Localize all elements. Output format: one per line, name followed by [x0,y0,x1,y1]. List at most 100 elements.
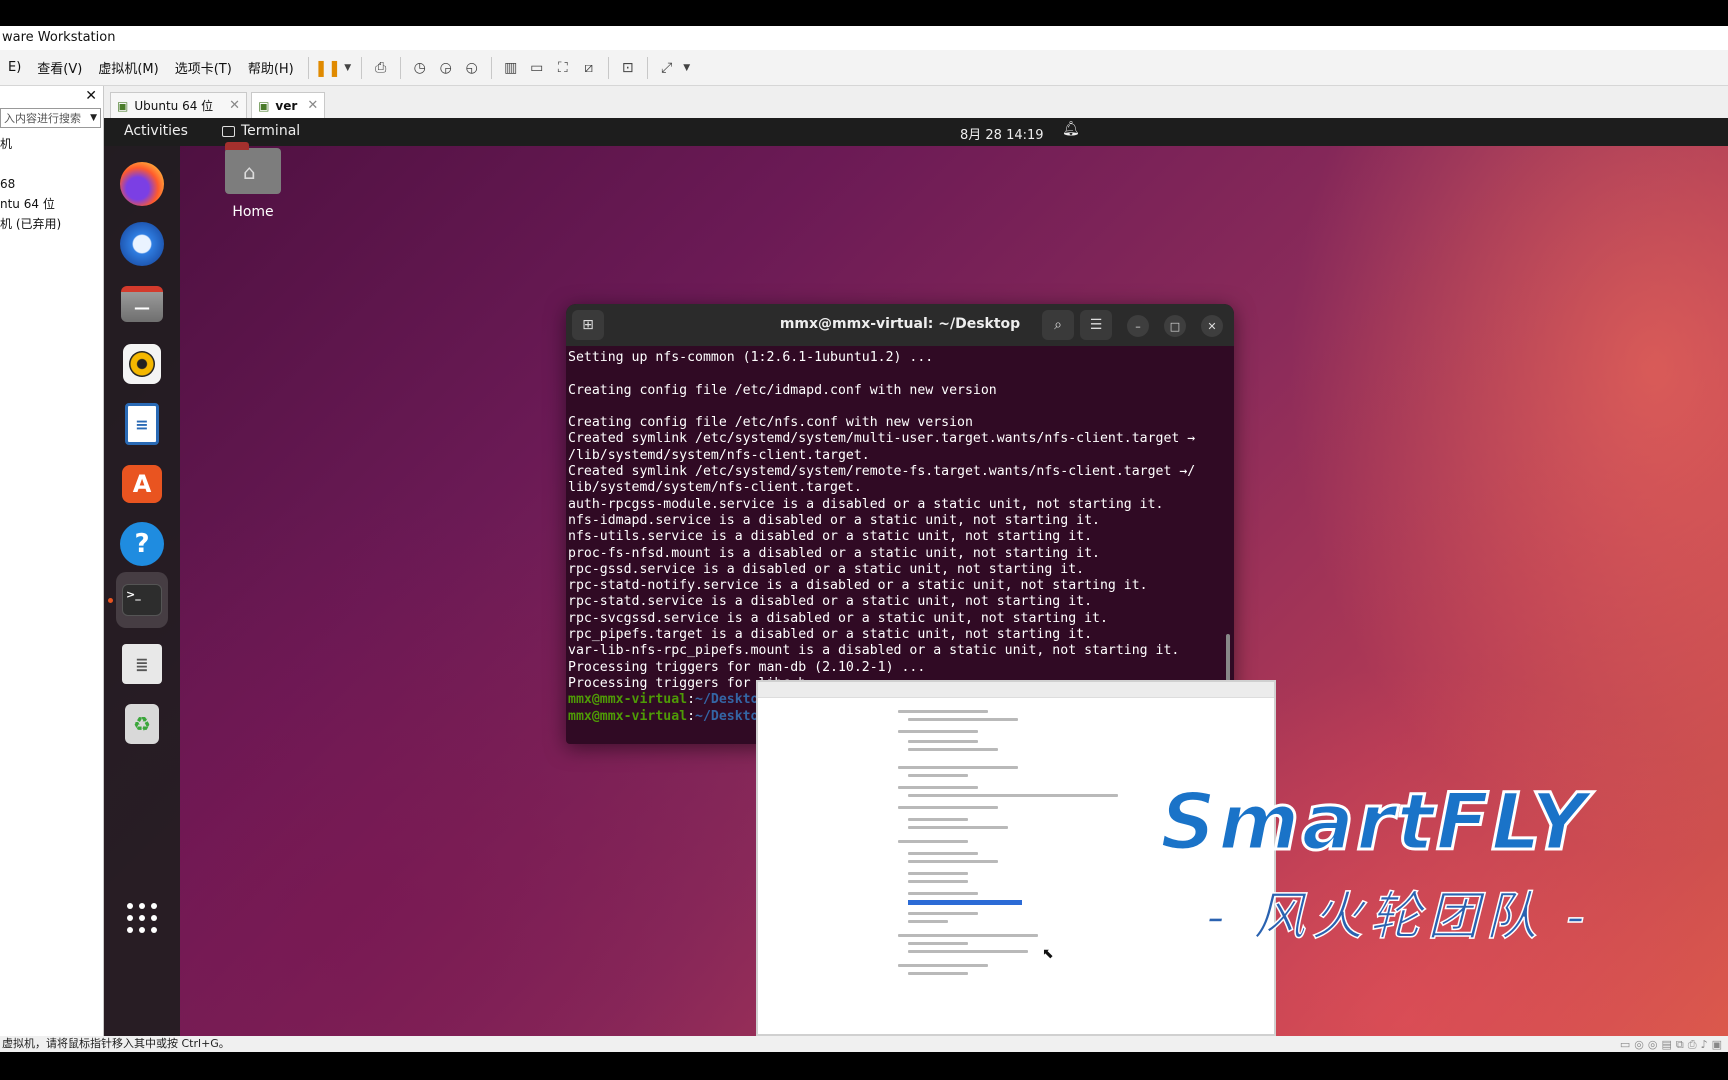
printer-icon[interactable]: ⎙ [1688,1037,1697,1053]
library-search-placeholder: 入内容进行搜索 [4,112,81,125]
prompt-user: mmx@mmx-virtual [568,692,688,708]
dock-document[interactable]: ≣ [116,638,168,690]
library-item[interactable]: ntu 64 位 [0,194,103,214]
dock-rhythmbox[interactable] [116,338,168,390]
hamburger-menu-icon[interactable]: ☰ [1080,310,1112,340]
overlay-text-line [908,892,978,895]
app-menu-label: Terminal [241,123,301,139]
library-item[interactable] [0,154,103,174]
dock-trash[interactable]: ♻ [116,698,168,750]
menu-view[interactable]: 查看(V) [29,58,90,77]
stretch-icon[interactable]: ⤢ [654,55,680,81]
floppy-icon[interactable]: ◎ [1648,1037,1658,1053]
folder-icon: ⌂ [225,142,281,194]
terminal-output[interactable]: Setting up nfs-common (1:2.6.1-1ubuntu1.… [566,346,1234,729]
home-icon: ⌂ [243,160,256,184]
bell-icon[interactable]: 🔔︎ [1062,121,1080,137]
dropdown-arrow-icon[interactable]: ▼ [341,55,355,81]
fullscreen-icon[interactable]: ⛶ [550,55,576,81]
snapshot-icon[interactable]: ◷ [407,55,433,81]
ubuntu-desktop[interactable]: Activities Terminal 8月 28 14:19 🔔︎ — ≡ A [104,118,1728,1036]
dock-help[interactable]: ? [116,518,168,570]
dock-firefox[interactable] [116,158,168,210]
tab-ver[interactable]: ▣ ver ✕ [251,92,326,118]
terminal-line: Creating config file /etc/idmapd.conf wi… [568,382,997,398]
snapshot-manager-icon[interactable]: ◵ [459,55,485,81]
prompt-user: mmx@mmx-virtual [568,708,688,724]
video-overlay-screenshot: ⬉ [756,680,1276,1036]
send-keys-icon[interactable]: ⎙ [368,55,394,81]
sound-icon[interactable]: ♪ [1701,1037,1708,1053]
terminal-line: rpc-statd.service is a disabled or a sta… [568,594,1093,610]
overlay-text-line [908,740,978,743]
overlay-text-line [908,872,968,875]
close-icon[interactable]: ✕ [229,98,240,113]
dock-show-apps[interactable] [116,892,168,944]
overlay-text-line [908,920,948,923]
hdd-icon[interactable]: ▭ [1620,1037,1630,1053]
library-item[interactable]: 68 [0,174,103,194]
pause-icon[interactable]: ❚❚ [314,55,341,81]
app-menu-terminal[interactable]: Terminal [222,123,300,139]
search-icon[interactable]: ⌕ [1042,310,1074,340]
tab-ubuntu[interactable]: ▣ Ubuntu 64 位 ✕ [110,92,248,118]
menu-edit[interactable]: E) [0,60,29,75]
terminal-line: rpc-gssd.service is a disabled or a stat… [568,561,1085,577]
overlay-text-line [908,852,978,855]
dock-files[interactable]: — [116,278,168,330]
overlay-text-line [908,950,1028,953]
close-icon[interactable]: ✕ [1201,315,1223,337]
vm-library-panel: ✕ 入内容进行搜索 ▼ 机 68 ntu 64 位 机 (已弃用) [0,86,104,1036]
overlay-highlighted-line [908,900,1022,905]
dock-writer[interactable]: ≡ [116,398,168,450]
network-icon[interactable]: ⧉ [1676,1037,1684,1053]
display-icon[interactable]: ▣ [1712,1037,1722,1053]
terminal-line: /lib/systemd/system/nfs-client.target. [568,447,870,463]
dropdown-arrow-icon[interactable]: ▼ [90,113,97,123]
terminal-line: proc-fs-nfsd.mount is a disabled or a st… [568,545,1100,561]
toolbar-separator [607,56,609,79]
screen-bottom-border [0,1052,1728,1080]
app-grid-icon [127,903,157,933]
console-view-icon[interactable]: ⊡ [615,55,641,81]
library-item[interactable]: 机 (已弃用) [0,214,103,234]
dropdown-arrow-icon[interactable]: ▼ [680,55,694,81]
terminal-line: Created symlink /etc/systemd/system/remo… [568,464,1196,480]
activities-button[interactable]: Activities [124,123,188,139]
library-search-input[interactable]: 入内容进行搜索 ▼ [0,108,101,128]
overlay-text-line [898,840,968,843]
clock[interactable]: 8月 28 14:19 [960,124,1044,143]
revert-snapshot-icon[interactable]: ◶ [433,55,459,81]
toolbar-separator [360,56,362,79]
dock-software[interactable]: A [116,458,168,510]
maximize-icon[interactable]: □ [1164,315,1186,337]
overlay-text-line [908,972,968,975]
usb-icon[interactable]: ▤ [1661,1037,1671,1053]
document-icon: ≣ [122,644,162,684]
tab-label: Ubuntu 64 位 [134,99,214,113]
overlay-text-line [908,818,968,821]
toolbar-separator [399,56,401,79]
unity-icon[interactable]: ⧄ [576,55,602,81]
cdrom-icon[interactable]: ◎ [1634,1037,1644,1053]
menu-tabs[interactable]: 选项卡(T) [167,58,240,77]
library-view-icon[interactable]: ▥ [498,55,524,81]
toolbar-separator [646,56,648,79]
thumbnail-bar-icon[interactable]: ▭ [524,55,550,81]
desktop-home-icon[interactable]: ⌂ Home [218,142,288,220]
terminal-window[interactable]: ⊞ mmx@mmx-virtual: ~/Desktop ⌕ ☰ – □ ✕ S… [566,304,1234,744]
terminal-line: Created symlink /etc/systemd/system/mult… [568,431,1196,447]
dock-thunderbird[interactable] [116,218,168,270]
close-icon[interactable]: ✕ [85,88,97,104]
dock-terminal[interactable]: >_ [116,572,168,628]
terminal-line: rpc-svcgssd.service is a disabled or a s… [568,610,1108,626]
tab-label: ver [275,98,298,113]
menu-vm[interactable]: 虚拟机(M) [90,58,166,77]
trash-icon: ♻ [125,704,159,744]
minimize-icon[interactable]: – [1127,315,1149,337]
library-item[interactable]: 机 [0,134,103,154]
menu-help[interactable]: 帮助(H) [240,58,302,77]
mouse-cursor-icon: ⬉ [1042,946,1054,962]
close-icon[interactable]: ✕ [307,98,318,113]
